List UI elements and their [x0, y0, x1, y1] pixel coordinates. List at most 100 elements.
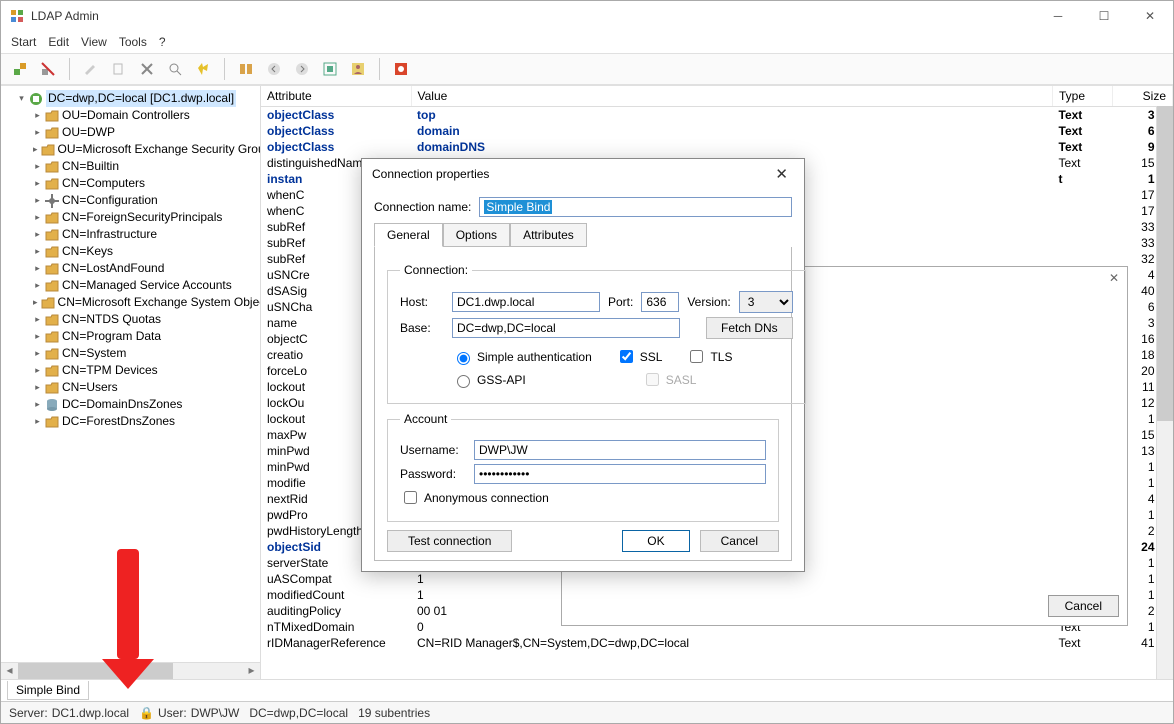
tab-attributes[interactable]: Attributes	[510, 223, 587, 247]
folder-icon	[45, 347, 59, 361]
tree-node[interactable]: ▸CN=Users	[33, 379, 260, 396]
status-server-label: Server:	[9, 706, 48, 720]
menu-view[interactable]: View	[81, 35, 107, 49]
grid-scrollbar-y[interactable]	[1156, 106, 1173, 679]
app-window: LDAP Admin ─ ☐ ✕ Start Edit View Tools ?…	[0, 0, 1174, 724]
tree-node[interactable]: ▸OU=Domain Controllers	[33, 107, 260, 124]
tree-node[interactable]: ▸CN=Infrastructure	[33, 226, 260, 243]
tree-node[interactable]: ▸CN=Managed Service Accounts	[33, 277, 260, 294]
tree-node-label: CN=TPM Devices	[62, 362, 158, 379]
folder-icon	[45, 160, 59, 174]
col-type[interactable]: Type	[1053, 86, 1113, 107]
tb-stop-icon[interactable]	[390, 58, 412, 80]
chk-sasl: SASL	[642, 370, 697, 389]
menu-start[interactable]: Start	[11, 35, 36, 49]
cell-attr: modifiedCount	[261, 587, 411, 603]
tree-node[interactable]: ▸CN=Microsoft Exchange System Objec	[33, 294, 260, 311]
conn-name-input[interactable]: Simple Bind	[479, 197, 792, 217]
connection-properties-dialog: Connection properties ✕ Connection name:…	[361, 158, 805, 572]
tb-edit-icon[interactable]	[80, 58, 102, 80]
tree-node[interactable]: ▸CN=Computers	[33, 175, 260, 192]
tree-scrollbar-x[interactable]: ◂ ▸	[1, 662, 260, 679]
folder-icon	[41, 296, 55, 310]
attribute-row[interactable]: objectClassdomainDNSText9	[261, 139, 1173, 155]
cell-value: top	[411, 107, 1053, 124]
tb-disconnect-icon[interactable]	[37, 58, 59, 80]
tree-panel[interactable]: ▾DC=dwp,DC=local [DC1.dwp.local]▸OU=Doma…	[1, 86, 261, 679]
chk-ssl[interactable]: SSL	[616, 347, 663, 366]
password-label: Password:	[400, 467, 466, 481]
col-size[interactable]: Size	[1113, 86, 1173, 107]
username-input[interactable]	[474, 440, 766, 460]
tree-node-label: CN=System	[62, 345, 126, 362]
connections-close-icon[interactable]: ✕	[1109, 271, 1119, 285]
chk-anonymous[interactable]: Anonymous connection	[400, 488, 549, 507]
cell-value: domainDNS	[411, 139, 1053, 155]
tab-options[interactable]: Options	[443, 223, 510, 247]
col-attribute[interactable]: Attribute	[261, 86, 411, 107]
tb-book-icon[interactable]	[235, 58, 257, 80]
ok-button[interactable]: OK	[622, 530, 689, 552]
menu-tools[interactable]: Tools	[119, 35, 147, 49]
host-input[interactable]	[452, 292, 600, 312]
cell-type: Text	[1053, 107, 1113, 124]
cancel-button[interactable]: Cancel	[700, 530, 779, 552]
tree-node[interactable]: ▸CN=Builtin	[33, 158, 260, 175]
attribute-row[interactable]: objectClassdomainText6	[261, 123, 1173, 139]
tree-node[interactable]: ▸CN=TPM Devices	[33, 362, 260, 379]
tree-node[interactable]: ▸CN=ForeignSecurityPrincipals	[33, 209, 260, 226]
status-user-label: User:	[158, 706, 187, 720]
tb-copy-icon[interactable]	[108, 58, 130, 80]
close-button[interactable]: ✕	[1127, 1, 1173, 31]
radio-gss-api[interactable]: GSS-API	[452, 372, 526, 388]
dialog-close-icon[interactable]: ✕	[769, 163, 794, 185]
tb-refresh-icon[interactable]	[192, 58, 214, 80]
tree-node[interactable]: ▸DC=ForestDnsZones	[33, 413, 260, 430]
tb-schema-icon[interactable]	[319, 58, 341, 80]
folder-icon	[45, 126, 59, 140]
fetch-dns-button[interactable]: Fetch DNs	[706, 317, 793, 339]
minimize-button[interactable]: ─	[1035, 1, 1081, 31]
menu-edit[interactable]: Edit	[48, 35, 69, 49]
tree-root-node[interactable]: ▾DC=dwp,DC=local [DC1.dwp.local]	[17, 90, 260, 107]
tree-node-label: CN=ForeignSecurityPrincipals	[62, 209, 222, 226]
tree-node[interactable]: ▸OU=DWP	[33, 124, 260, 141]
tb-delete-icon[interactable]	[136, 58, 158, 80]
tb-forward-icon[interactable]	[291, 58, 313, 80]
tree-node[interactable]: ▸CN=Program Data	[33, 328, 260, 345]
tree-node-label: CN=NTDS Quotas	[62, 311, 161, 328]
base-input[interactable]	[452, 318, 680, 338]
test-connection-button[interactable]: Test connection	[387, 530, 512, 552]
cell-attr: auditingPolicy	[261, 603, 411, 619]
tab-general[interactable]: General	[374, 223, 443, 247]
tree-node-label: OU=Domain Controllers	[62, 107, 190, 124]
radio-simple-auth[interactable]: Simple authentication	[452, 349, 592, 365]
bottom-tab-simple-bind[interactable]: Simple Bind	[7, 681, 89, 700]
tree-node[interactable]: ▸CN=Keys	[33, 243, 260, 260]
tree-node[interactable]: ▸CN=Configuration	[33, 192, 260, 209]
tb-user-icon[interactable]	[347, 58, 369, 80]
group-connection-legend: Connection:	[400, 263, 472, 277]
tree-node[interactable]: ▸CN=System	[33, 345, 260, 362]
password-input[interactable]	[474, 464, 766, 484]
tree-node[interactable]: ▸OU=Microsoft Exchange Security Grou	[33, 141, 260, 158]
cell-attr: rIDManagerReference	[261, 635, 411, 651]
maximize-button[interactable]: ☐	[1081, 1, 1127, 31]
col-value[interactable]: Value	[411, 86, 1053, 107]
attribute-row[interactable]: objectClasstopText3	[261, 107, 1173, 124]
cell-type	[1053, 251, 1113, 267]
tree-node[interactable]: ▸CN=NTDS Quotas	[33, 311, 260, 328]
tb-back-icon[interactable]	[263, 58, 285, 80]
tree-node[interactable]: ▸CN=LostAndFound	[33, 260, 260, 277]
tb-search-icon[interactable]	[164, 58, 186, 80]
menu-help[interactable]: ?	[159, 35, 166, 49]
cell-attr: nTMixedDomain	[261, 619, 411, 635]
version-select[interactable]: 3	[739, 291, 793, 313]
tree-node-label: CN=Managed Service Accounts	[62, 277, 232, 294]
tb-connect-icon[interactable]	[9, 58, 31, 80]
tree-node[interactable]: ▸DC=DomainDnsZones	[33, 396, 260, 413]
port-input[interactable]	[641, 292, 679, 312]
attribute-row[interactable]: rIDManagerReferenceCN=RID Manager$,CN=Sy…	[261, 635, 1173, 651]
connections-cancel-button[interactable]: Cancel	[1048, 595, 1119, 617]
chk-tls[interactable]: TLS	[686, 347, 732, 366]
